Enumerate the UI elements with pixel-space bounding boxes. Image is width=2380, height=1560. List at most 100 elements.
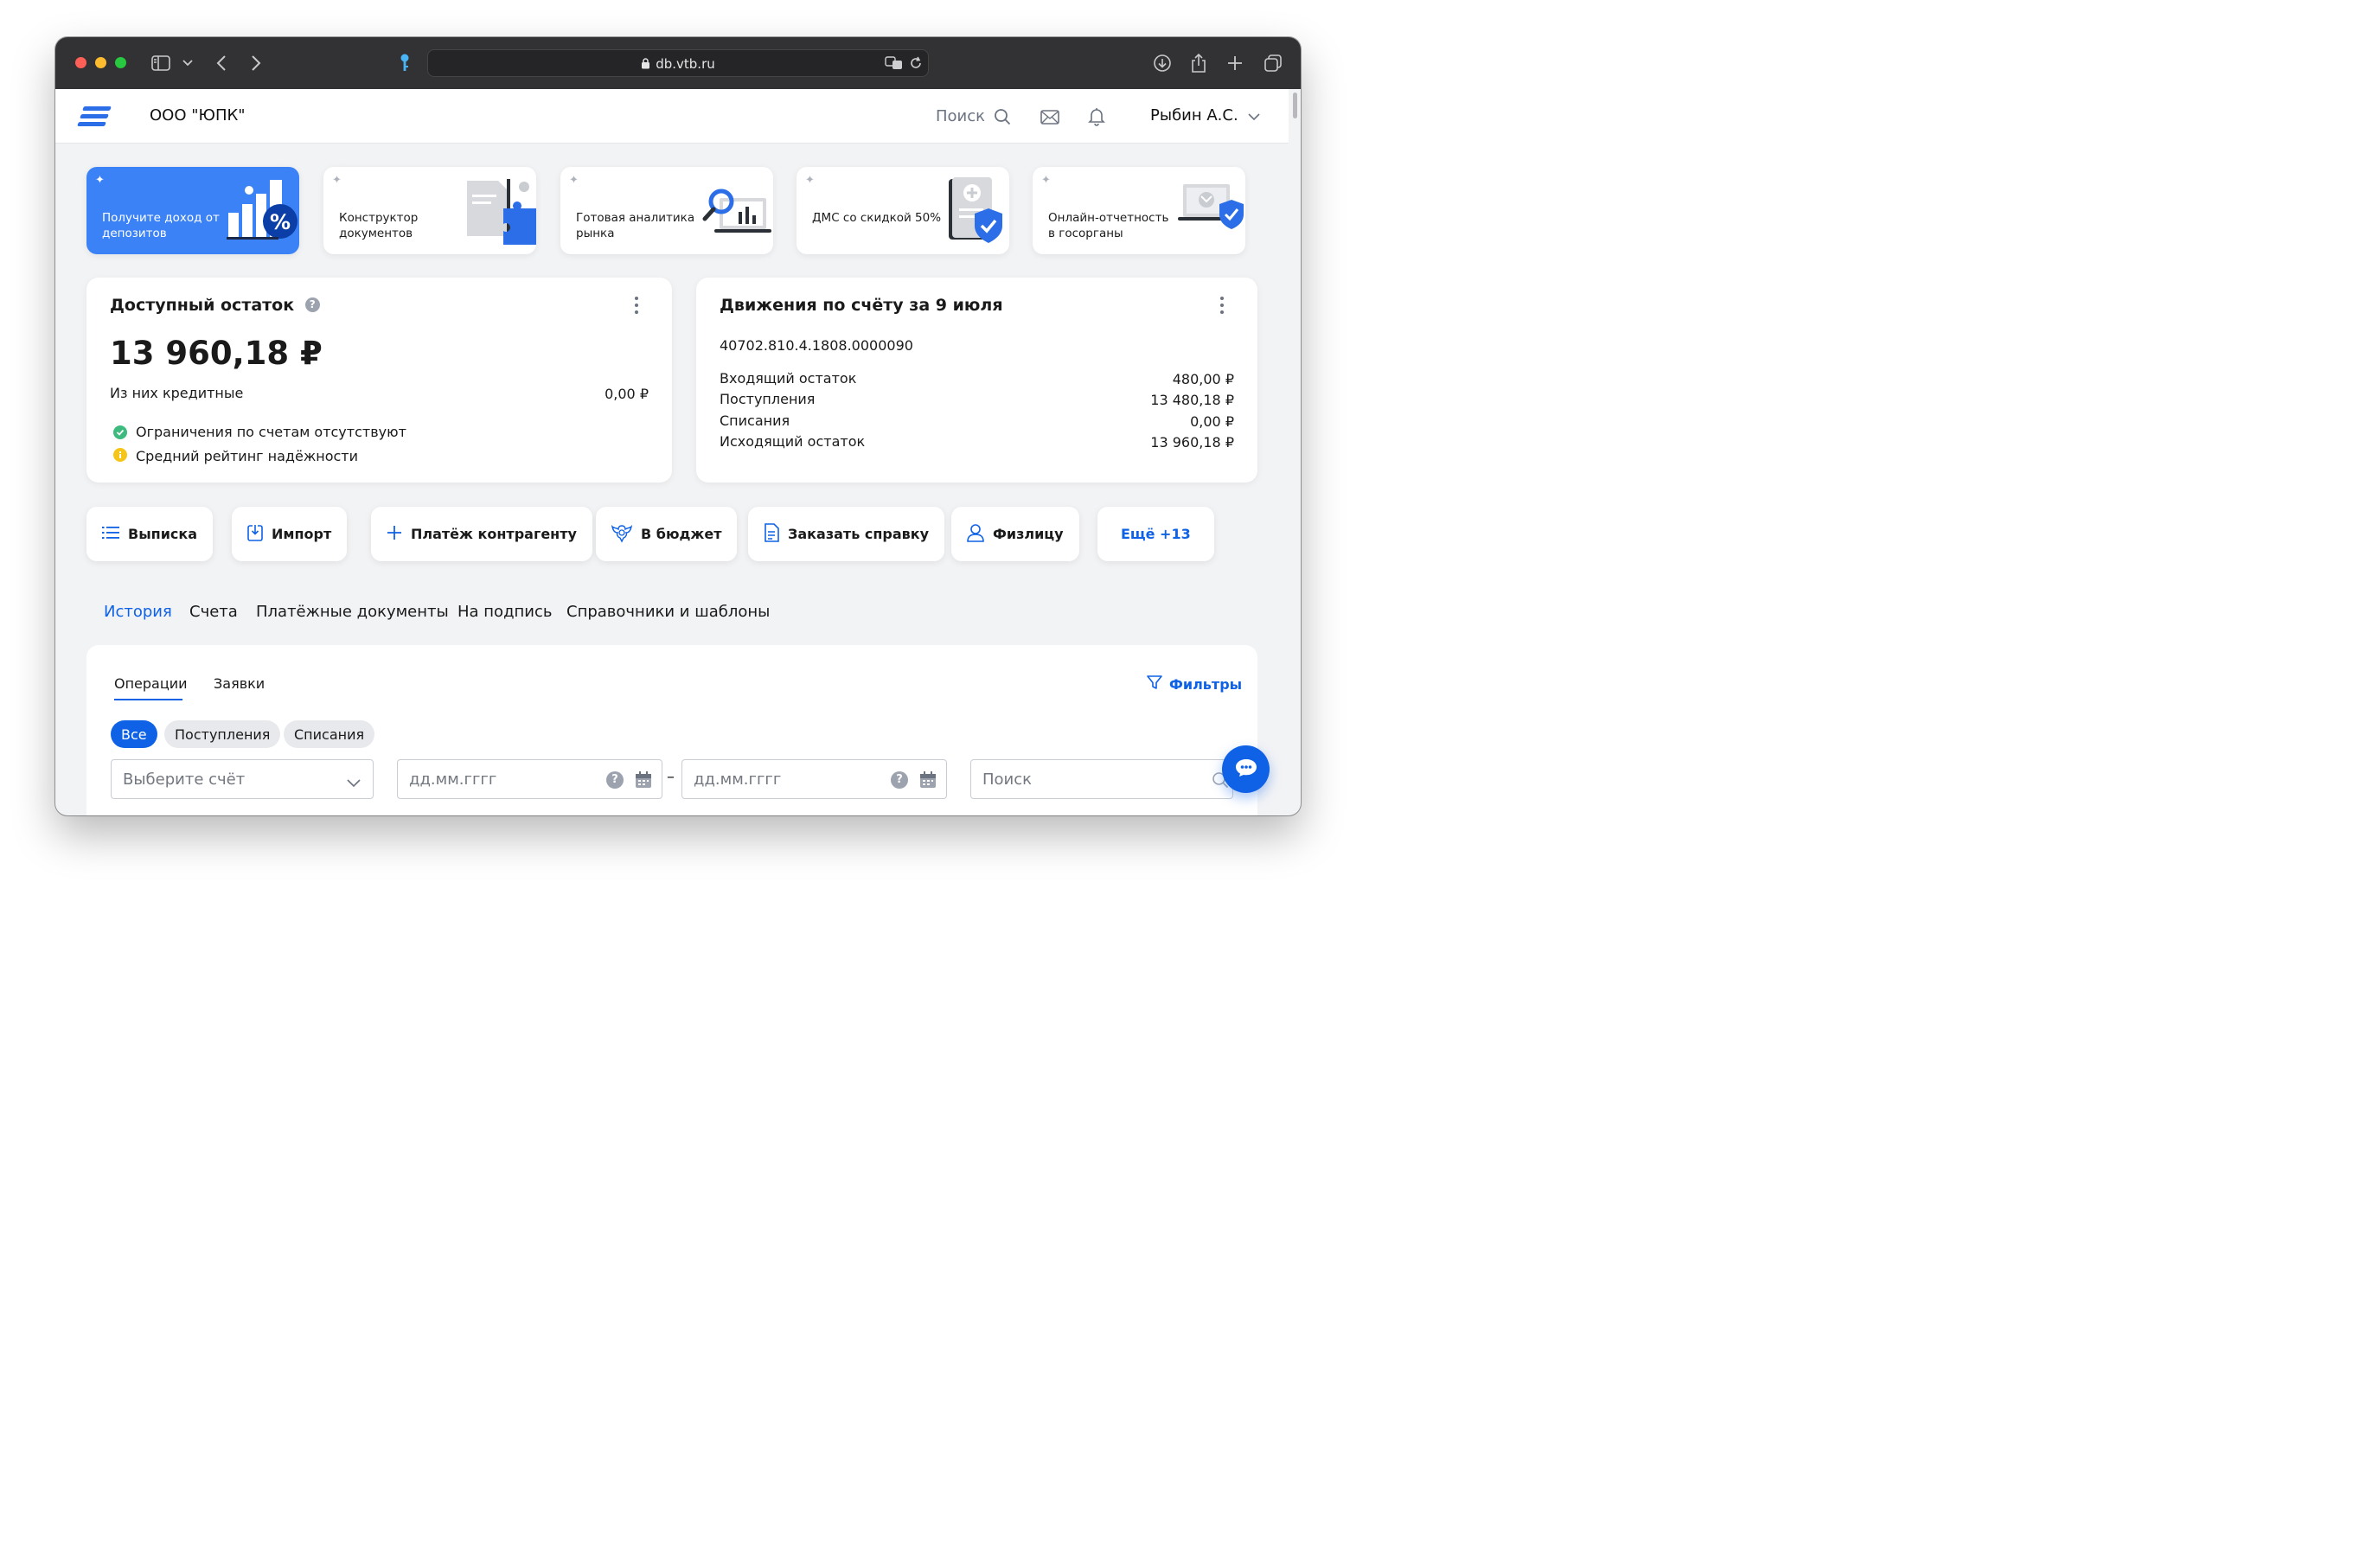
- chip-all[interactable]: Все: [111, 720, 157, 748]
- filters-button[interactable]: Фильтры: [1147, 675, 1242, 694]
- payment-label: Платёж контрагенту: [411, 526, 577, 542]
- page-scrollbar[interactable]: [1293, 93, 1297, 118]
- address-bar[interactable]: db.vtb.ru: [427, 49, 929, 77]
- tabs-overview-icon[interactable]: [1263, 53, 1283, 74]
- mail-icon[interactable]: [1040, 106, 1060, 127]
- help-icon[interactable]: ?: [304, 297, 320, 312]
- document-icon: [764, 522, 779, 546]
- balance-card: Доступный остаток ? 13 960,18 ₽ Из них к…: [86, 278, 672, 483]
- chat-button[interactable]: [1222, 745, 1270, 793]
- more-options-icon[interactable]: [634, 297, 639, 316]
- user-name[interactable]: Рыбин А.С.: [1150, 106, 1238, 125]
- date-to-field[interactable]: дд.мм.гггг ?: [681, 759, 947, 799]
- tab-history[interactable]: История: [104, 603, 172, 621]
- close-window-button[interactable]: [75, 57, 86, 68]
- chevron-down-icon[interactable]: [1244, 106, 1264, 127]
- certificate-label: Заказать справку: [788, 526, 930, 542]
- movement-row-value: 0,00 ₽: [1190, 413, 1234, 430]
- chevron-down-icon: [347, 775, 361, 791]
- password-key-icon[interactable]: [394, 53, 415, 74]
- company-name[interactable]: ООО "ЮПК": [150, 106, 246, 125]
- promo-label: Конструктор документов: [339, 211, 419, 240]
- budget-button[interactable]: В бюджет: [596, 507, 738, 561]
- statement-button[interactable]: Выписка: [86, 507, 214, 561]
- promo-analytics[interactable]: ✦ Готовая аналитика рынка: [560, 167, 773, 254]
- translate-icon[interactable]: [885, 56, 904, 74]
- minimize-window-button[interactable]: [95, 57, 106, 68]
- account-number[interactable]: 40702.810.4.1808.0000090: [720, 337, 913, 354]
- movement-row-label: Исходящий остаток: [720, 433, 866, 450]
- import-button[interactable]: Импорт: [232, 507, 348, 561]
- movements-card: Движения по счёту за 9 июля 40702.810.4.…: [696, 278, 1257, 483]
- browser-toolbar: db.vtb.ru: [55, 37, 1301, 89]
- reload-icon[interactable]: [909, 56, 923, 74]
- subtab-requests[interactable]: Заявки: [214, 675, 265, 692]
- help-icon[interactable]: ?: [891, 771, 908, 789]
- vtb-logo[interactable]: [77, 106, 112, 129]
- info-circle-icon: [113, 448, 127, 465]
- promo-dms[interactable]: ✦ ДМС со скидкой 50%: [797, 167, 1009, 254]
- promo-deposits[interactable]: ✦ Получите доход от депозитов %: [86, 167, 299, 254]
- tab-directories-templates[interactable]: Справочники и шаблоны: [566, 603, 770, 621]
- calendar-icon[interactable]: [919, 770, 937, 792]
- history-search-input[interactable]: Поиск: [970, 759, 1233, 799]
- credit-label: Из них кредитные: [110, 385, 244, 401]
- medical-shield-icon: [949, 177, 1002, 243]
- gov-laptop-icon: [1178, 184, 1244, 229]
- back-icon[interactable]: [211, 53, 232, 74]
- list-icon: [102, 526, 119, 543]
- promo-reporting[interactable]: ✦ Онлайн-отчетность в госорганы: [1033, 167, 1245, 254]
- subtab-operations[interactable]: Операции: [114, 675, 188, 692]
- person-icon: [967, 523, 984, 546]
- account-select-placeholder: Выберите счёт: [123, 770, 246, 789]
- individual-button[interactable]: Физлицу: [951, 507, 1079, 561]
- status-warn-text: Средний рейтинг надёжности: [136, 448, 358, 464]
- plus-icon: [387, 525, 402, 544]
- search-icon[interactable]: [992, 106, 1013, 127]
- more-options-icon[interactable]: [1219, 297, 1225, 316]
- more-actions-label: Ещё +13: [1121, 526, 1191, 542]
- zoom-window-button[interactable]: [115, 57, 126, 68]
- calendar-icon[interactable]: [635, 770, 652, 792]
- statement-label: Выписка: [128, 526, 198, 542]
- header-search-label[interactable]: Поиск: [936, 107, 985, 125]
- individual-label: Физлицу: [993, 526, 1064, 542]
- sidebar-icon[interactable]: [150, 53, 171, 74]
- help-icon[interactable]: ?: [606, 771, 624, 789]
- site-header: ООО "ЮПК" Поиск Рыбин А.С.: [55, 89, 1289, 144]
- filter-icon: [1147, 675, 1162, 694]
- bell-icon[interactable]: [1086, 106, 1107, 127]
- chat-icon: [1234, 758, 1258, 782]
- movement-row-label: Списания: [720, 412, 790, 429]
- chevron-down-icon[interactable]: [177, 53, 198, 74]
- page-content: ООО "ЮПК" Поиск Рыбин А.С. ✦ Получите до…: [55, 89, 1289, 815]
- movement-row-value: 13 960,18 ₽: [1150, 434, 1234, 451]
- new-tab-icon[interactable]: [1225, 53, 1245, 74]
- subtab-active-underline: [114, 699, 182, 700]
- lock-icon: [641, 57, 650, 73]
- deposit-chart-icon: %: [227, 180, 298, 240]
- chip-incoming[interactable]: Поступления: [164, 720, 281, 748]
- eagle-emblem-icon: [611, 522, 633, 547]
- date-to-placeholder: дд.мм.гггг: [694, 770, 782, 789]
- chip-outgoing[interactable]: Списания: [284, 720, 375, 748]
- tab-payment-documents[interactable]: Платёжные документы: [256, 603, 449, 621]
- promo-documents[interactable]: ✦ Конструктор документов: [323, 167, 536, 254]
- more-actions-button[interactable]: Ещё +13: [1097, 507, 1214, 561]
- movement-row-label: Входящий остаток: [720, 370, 857, 387]
- certificate-button[interactable]: Заказать справку: [748, 507, 945, 561]
- tab-to-sign[interactable]: На подпись: [457, 603, 553, 621]
- document-puzzle-icon: [467, 179, 536, 245]
- import-label: Импорт: [272, 526, 332, 542]
- status-ok-text: Ограничения по счетам отсутствуют: [136, 424, 406, 440]
- promo-label: ДМС со скидкой 50%: [812, 211, 942, 225]
- date-separator: –: [667, 768, 675, 786]
- download-icon[interactable]: [1152, 53, 1173, 74]
- credit-value: 0,00 ₽: [605, 386, 649, 402]
- forward-icon[interactable]: [246, 53, 266, 74]
- share-icon[interactable]: [1188, 53, 1209, 74]
- account-select[interactable]: Выберите счёт: [111, 759, 374, 799]
- payment-button[interactable]: Платёж контрагенту: [371, 507, 592, 561]
- date-from-field[interactable]: дд.мм.гггг ?: [397, 759, 662, 799]
- tab-accounts[interactable]: Счета: [189, 603, 238, 621]
